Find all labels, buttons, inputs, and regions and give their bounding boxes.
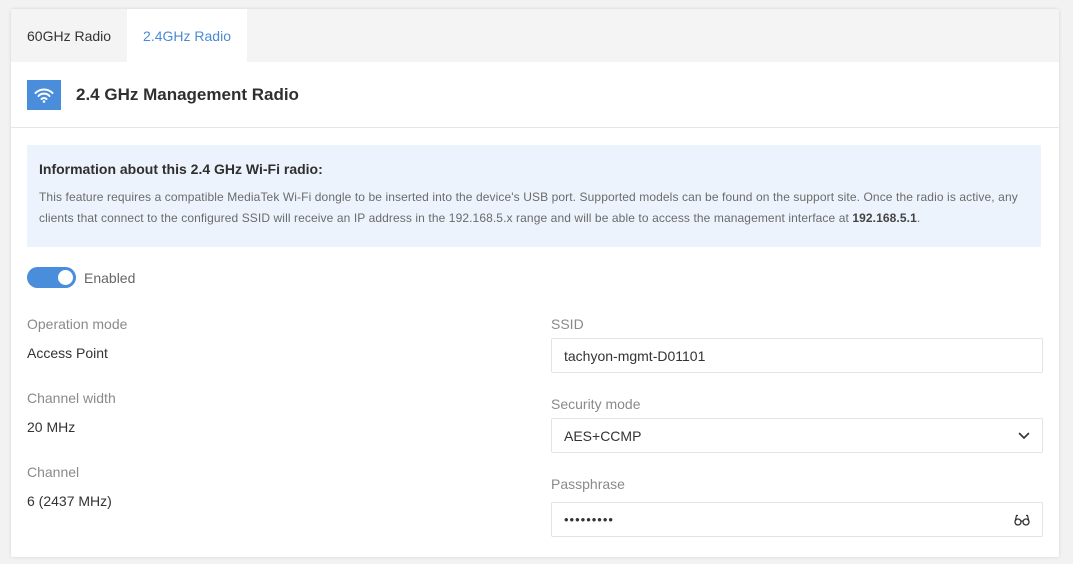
passphrase-value: ••••••••• xyxy=(564,512,614,527)
chevron-down-icon xyxy=(1018,432,1030,440)
channel-value: 6 (2437 MHz) xyxy=(27,493,112,509)
toggle-knob xyxy=(58,270,73,285)
info-text-end: . xyxy=(916,211,921,225)
passphrase-input[interactable]: ••••••••• xyxy=(551,502,1043,537)
ssid-label: SSID xyxy=(551,316,584,332)
enabled-label: Enabled xyxy=(84,269,136,286)
channel-width-value: 20 MHz xyxy=(27,419,76,435)
ssid-input[interactable]: tachyon-mgmt-D01101 xyxy=(551,338,1043,373)
section-header: 2.4 GHz Management Radio xyxy=(11,62,1059,128)
enabled-toggle-row: Enabled xyxy=(27,267,135,288)
tab-24ghz-radio[interactable]: 2.4GHz Radio xyxy=(127,9,247,62)
channel-label: Channel xyxy=(27,464,80,480)
channel-width-label: Channel width xyxy=(27,390,116,406)
tab-60ghz-radio[interactable]: 60GHz Radio xyxy=(11,9,127,62)
security-mode-value: AES+CCMP xyxy=(564,427,642,444)
operation-mode-value: Access Point xyxy=(27,345,108,361)
wifi-icon xyxy=(27,79,61,110)
section-title: 2.4 GHz Management Radio xyxy=(76,84,299,104)
info-ip-address: 192.168.5.1 xyxy=(852,211,917,225)
radio-settings-card: 60GHz Radio 2.4GHz Radio 2.4 GHz Managem… xyxy=(11,9,1059,557)
info-box: Information about this 2.4 GHz Wi-Fi rad… xyxy=(27,145,1041,247)
tab-bar: 60GHz Radio 2.4GHz Radio xyxy=(11,9,1059,62)
enabled-toggle[interactable] xyxy=(27,267,76,288)
ssid-value: tachyon-mgmt-D01101 xyxy=(564,347,706,364)
glasses-icon[interactable] xyxy=(1014,514,1030,526)
info-text: This feature requires a compatible Media… xyxy=(39,187,1029,229)
operation-mode-label: Operation mode xyxy=(27,316,128,332)
security-mode-select[interactable]: AES+CCMP xyxy=(551,418,1043,453)
security-mode-label: Security mode xyxy=(551,396,641,412)
passphrase-label: Passphrase xyxy=(551,476,625,492)
info-title: Information about this 2.4 GHz Wi-Fi rad… xyxy=(39,161,323,177)
